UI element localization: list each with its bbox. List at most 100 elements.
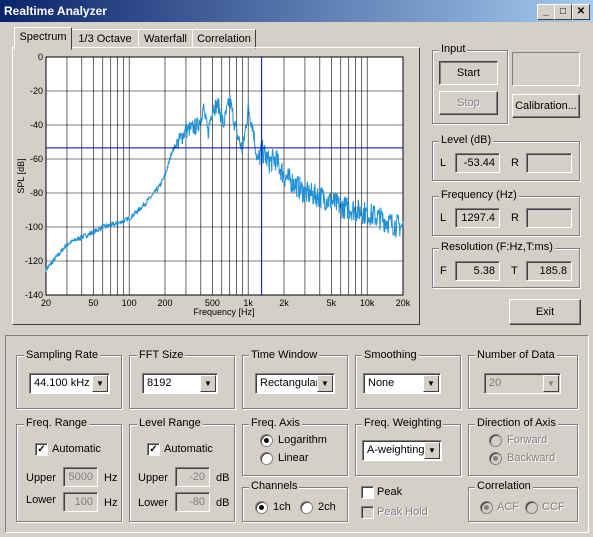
- channel-2ch-label: 2ch: [318, 501, 336, 513]
- window-title: Realtime Analyzer: [4, 4, 107, 18]
- level-upper-field[interactable]: -20: [175, 467, 210, 487]
- chevron-down-icon[interactable]: ▼: [317, 375, 333, 392]
- direction-label: Direction of Axis: [475, 417, 558, 429]
- start-button[interactable]: Start: [439, 61, 498, 85]
- resolution-group-label: Resolution (F:Hz,T:ms): [439, 241, 555, 253]
- y-tick-label: -120: [25, 256, 43, 266]
- input-group-label: Input: [439, 43, 468, 55]
- freq-axis-linear-label: Linear: [278, 452, 309, 464]
- level-lower-unit: dB: [216, 497, 230, 509]
- sampling-rate-value: 44.100 kHz: [34, 377, 90, 389]
- spectrum-chart: 0-20-40-60-80-100-120-140 20 50 100 200 500 1…: [16, 52, 411, 317]
- level-upper-label: Upper: [138, 472, 168, 484]
- level-r-value: [526, 153, 572, 173]
- level-upper-unit: dB: [216, 472, 230, 484]
- freq-lower-field[interactable]: 100: [63, 492, 98, 512]
- y-tick-label: -60: [30, 154, 43, 164]
- sampling-rate-select[interactable]: 44.100 kHz ▼: [29, 373, 110, 394]
- correlation-label: Correlation: [475, 480, 533, 492]
- frequency-r-value: [526, 208, 572, 228]
- plot-area: [45, 56, 404, 296]
- number-of-data-label: Number of Data: [475, 349, 557, 361]
- x-tick-label: 2k: [279, 298, 289, 308]
- x-tick-label: 200: [157, 298, 172, 308]
- resolution-f-label: F: [440, 265, 447, 277]
- freq-upper-unit: Hz: [104, 472, 118, 484]
- channel-1ch-radio[interactable]: [255, 501, 268, 514]
- peak-checkbox[interactable]: [361, 486, 374, 499]
- minimize-button[interactable]: _: [537, 4, 555, 20]
- freq-range-label: Freq. Range: [24, 417, 90, 429]
- freq-axis-log-label: Logarithm: [278, 434, 327, 446]
- fft-size-select[interactable]: 8192 ▼: [142, 373, 218, 394]
- resolution-f-value: 5.38: [455, 261, 500, 281]
- chevron-down-icon[interactable]: ▼: [92, 375, 108, 392]
- number-of-data-value: 20: [489, 377, 502, 389]
- x-axis-label: Frequency [Hz]: [193, 307, 254, 317]
- channel-1ch-label: 1ch: [273, 501, 291, 513]
- direction-backward-radio[interactable]: [489, 452, 502, 465]
- resolution-t-label: T: [511, 265, 518, 277]
- calibration-button[interactable]: Calibration...: [512, 94, 580, 118]
- time-window-select[interactable]: Rectangular ▼: [255, 373, 335, 394]
- x-tick-label: 100: [122, 298, 137, 308]
- tab-correlation[interactable]: Correlation: [192, 29, 256, 49]
- freq-weighting-value: A-weighting: [367, 444, 425, 456]
- level-r-label: R: [511, 157, 519, 169]
- channel-2ch-radio[interactable]: [300, 501, 313, 514]
- level-lower-label: Lower: [138, 497, 168, 509]
- correlation-ccf-radio[interactable]: [525, 501, 538, 514]
- peak-hold-label: Peak Hold: [377, 506, 428, 518]
- correlation-acf-label: ACF: [497, 501, 519, 513]
- freq-range-auto-label: Automatic: [52, 443, 101, 455]
- resolution-t-value: 185.8: [526, 261, 572, 281]
- freq-weighting-select[interactable]: A-weighting ▼: [362, 440, 442, 461]
- direction-group: [468, 424, 578, 476]
- freq-range-auto-checkbox[interactable]: ✓: [35, 443, 48, 456]
- correlation-acf-radio[interactable]: [480, 501, 493, 514]
- channels-label: Channels: [249, 480, 300, 492]
- number-of-data-select[interactable]: 20 ▼: [484, 373, 561, 394]
- peak-label: Peak: [377, 486, 403, 498]
- title-bar: Realtime Analyzer _ □ ✕: [0, 0, 593, 22]
- tab-waterfall[interactable]: Waterfall: [138, 29, 193, 49]
- level-l-value: -53.44: [455, 153, 500, 173]
- tab-spectrum[interactable]: Spectrum: [14, 27, 72, 50]
- fft-size-value: 8192: [147, 377, 172, 389]
- frequency-l-label: L: [440, 212, 447, 224]
- frequency-l-value: 1297.4: [455, 208, 500, 228]
- input-indicator: [512, 52, 580, 86]
- chevron-down-icon[interactable]: ▼: [543, 375, 559, 392]
- level-range-auto-checkbox[interactable]: ✓: [147, 443, 160, 456]
- level-l-label: L: [440, 157, 447, 169]
- freq-axis-group: [242, 424, 348, 476]
- chevron-down-icon[interactable]: ▼: [424, 442, 440, 459]
- freq-lower-unit: Hz: [104, 497, 118, 509]
- tab-third-octave[interactable]: 1/3 Octave: [71, 29, 139, 49]
- freq-axis-log-radio[interactable]: [260, 434, 273, 447]
- freq-weighting-label: Freq. Weighting: [362, 417, 444, 429]
- level-lower-field[interactable]: -80: [175, 492, 210, 512]
- freq-lower-label: Lower: [26, 494, 56, 506]
- direction-forward-label: Forward: [507, 434, 548, 446]
- fft-size-label: FFT Size: [137, 349, 186, 361]
- y-tick-label: -100: [25, 222, 43, 232]
- time-window-value: Rectangular: [260, 377, 320, 389]
- y-tick-label: -40: [30, 120, 43, 130]
- chevron-down-icon[interactable]: ▼: [200, 375, 216, 392]
- maximize-button[interactable]: □: [554, 4, 572, 20]
- peak-hold-checkbox[interactable]: [361, 506, 374, 519]
- direction-forward-radio[interactable]: [489, 434, 502, 447]
- x-tick-label: 20: [41, 298, 51, 308]
- x-tick-label: 5k: [327, 298, 337, 308]
- close-button[interactable]: ✕: [572, 4, 590, 20]
- freq-axis-linear-radio[interactable]: [260, 452, 273, 465]
- chevron-down-icon[interactable]: ▼: [423, 375, 439, 392]
- frequency-r-label: R: [511, 212, 519, 224]
- smoothing-select[interactable]: None ▼: [363, 373, 441, 394]
- stop-button[interactable]: Stop: [439, 91, 498, 115]
- exit-button[interactable]: Exit: [509, 299, 581, 325]
- smoothing-value: None: [368, 377, 395, 389]
- smoothing-label: Smoothing: [362, 349, 419, 361]
- freq-upper-field[interactable]: 5000: [63, 467, 98, 487]
